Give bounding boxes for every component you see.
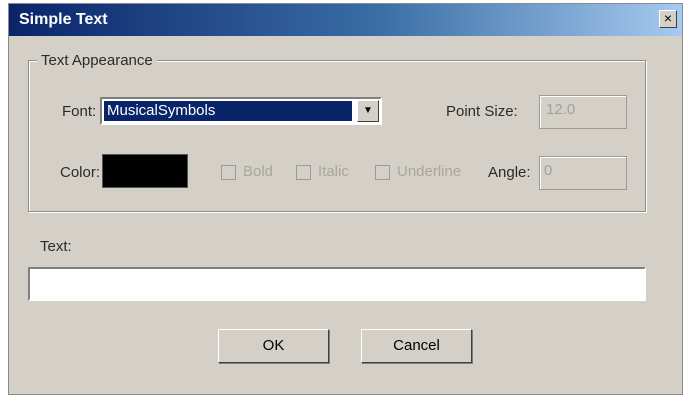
color-swatch[interactable] <box>102 154 188 188</box>
font-dropdown-button[interactable]: ▼ <box>357 100 379 122</box>
close-icon: × <box>663 10 673 26</box>
text-label: Text: <box>40 238 72 255</box>
font-select[interactable]: MusicalSymbols ▼ <box>100 97 382 125</box>
underline-checkbox[interactable] <box>375 165 390 180</box>
ok-button[interactable]: OK <box>218 329 329 363</box>
point-size-label: Point Size: <box>446 103 518 120</box>
angle-label: Angle: <box>488 164 531 181</box>
bold-checkbox[interactable] <box>221 165 236 180</box>
close-button[interactable]: × <box>659 10 677 28</box>
font-select-value: MusicalSymbols <box>104 101 352 121</box>
font-label: Font: <box>62 103 97 120</box>
bold-label: Bold <box>243 163 274 180</box>
italic-checkbox[interactable] <box>296 165 311 180</box>
color-label: Color: <box>60 164 101 181</box>
cancel-button[interactable]: Cancel <box>361 329 472 363</box>
point-size-field[interactable]: 12.0 <box>539 95 627 129</box>
title-bar[interactable]: Simple Text × <box>9 4 682 36</box>
underline-label: Underline <box>397 163 462 180</box>
text-appearance-legend: Text Appearance <box>37 52 157 69</box>
chevron-down-icon: ▼ <box>363 105 373 116</box>
dialog-title: Simple Text <box>19 11 108 28</box>
angle-field[interactable]: 0 <box>539 156 627 190</box>
text-input[interactable] <box>28 267 646 301</box>
italic-label: Italic <box>318 163 349 180</box>
